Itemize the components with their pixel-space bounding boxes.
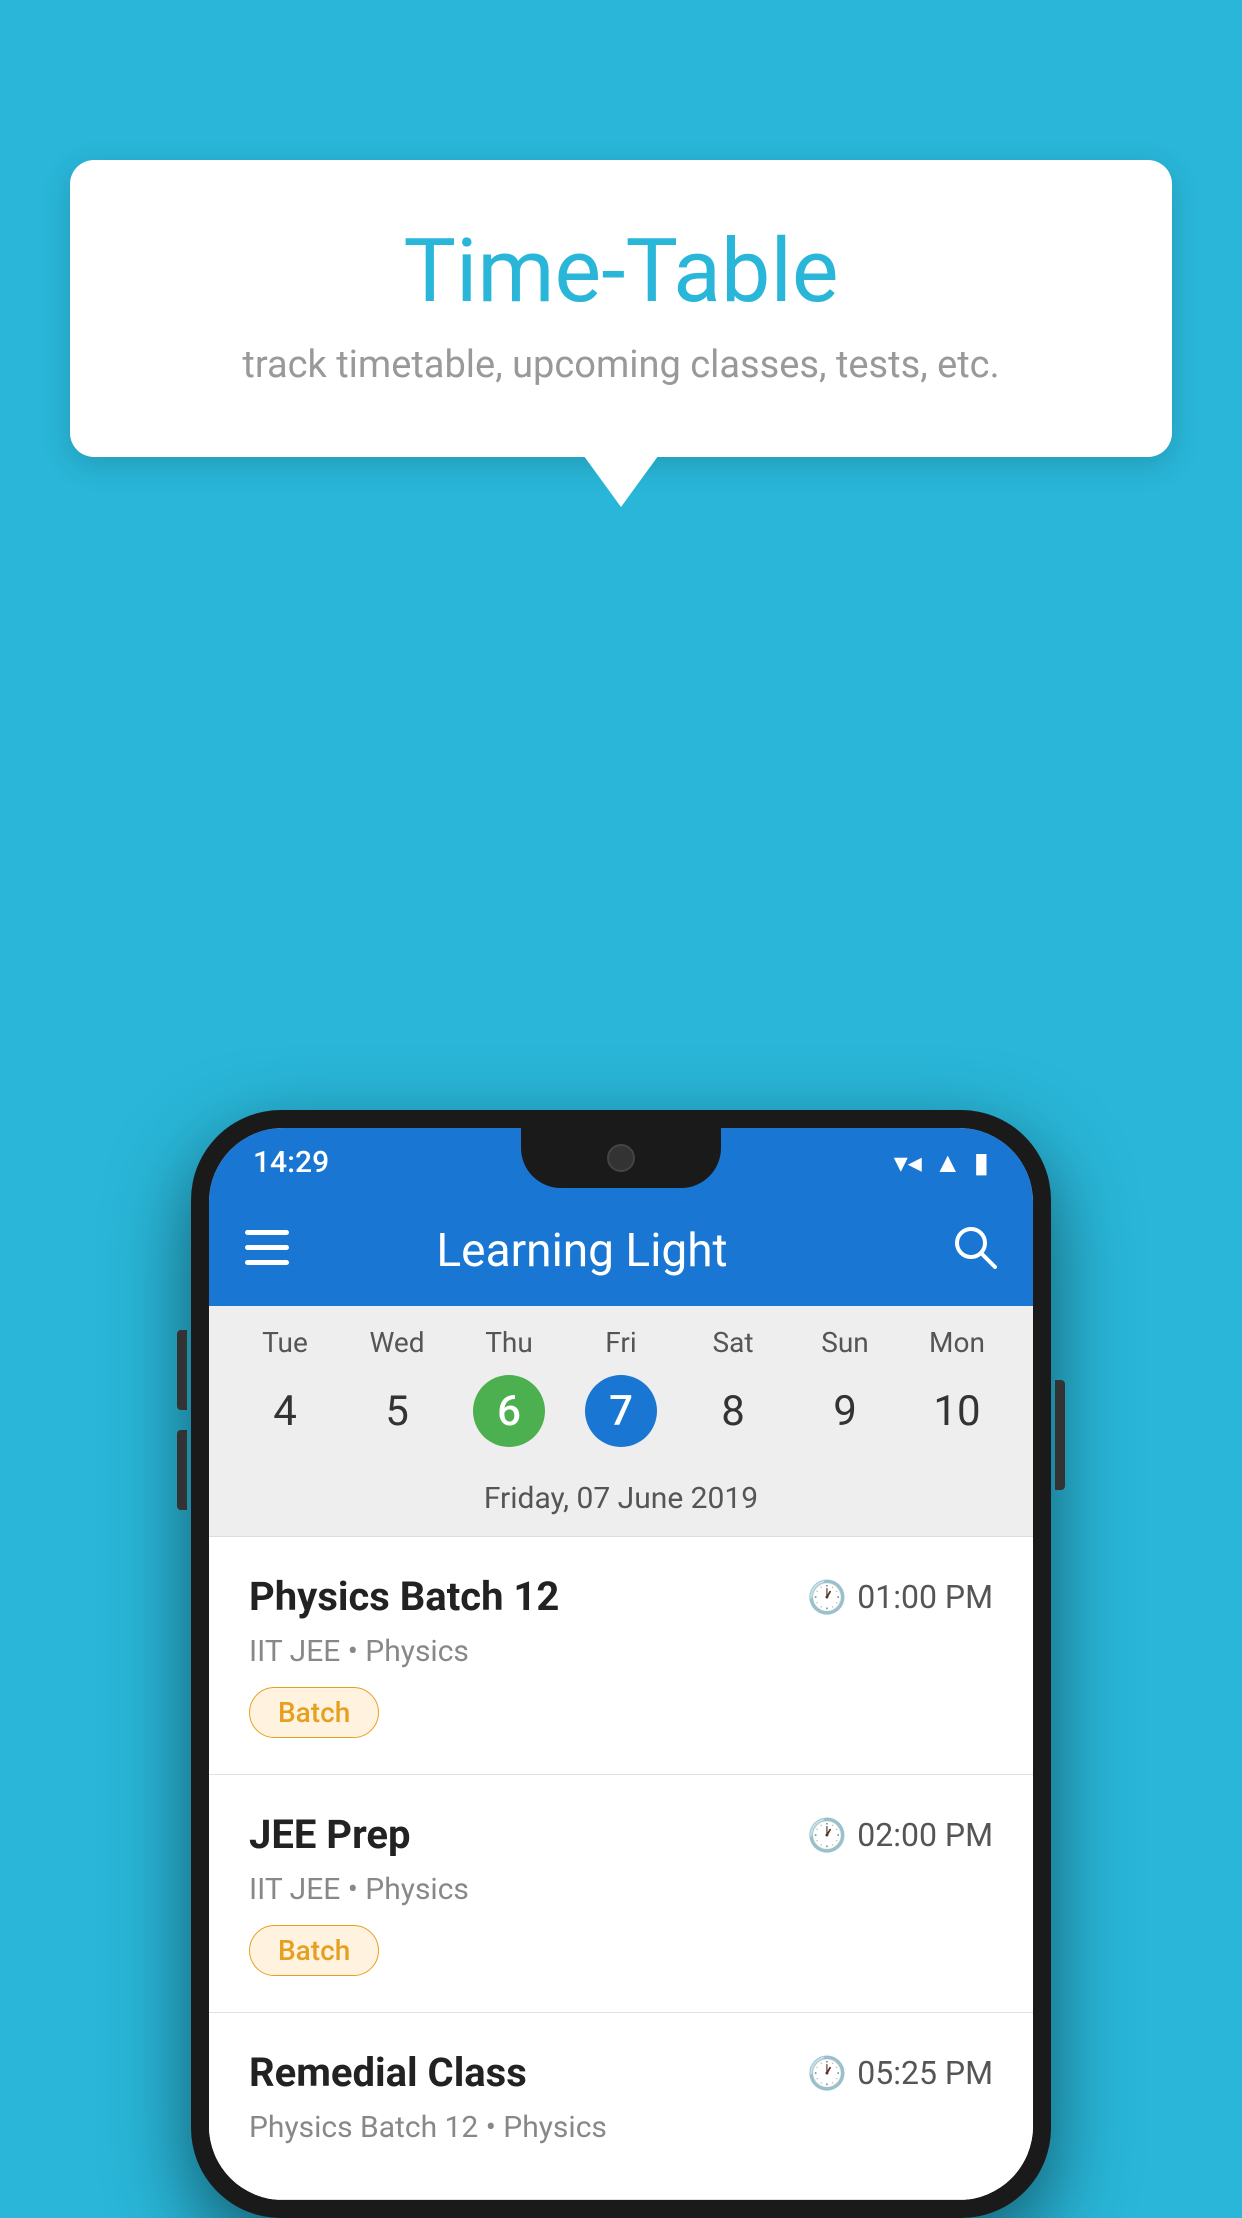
schedule-item[interactable]: Physics Batch 12 🕐01:00 PM IIT JEE • Physi… xyxy=(209,1537,1033,1775)
schedule-item-time: 🕐02:00 PM xyxy=(807,1816,993,1854)
schedule-item-meta: IIT JEE • Physics xyxy=(249,1872,993,1907)
wifi-icon: ▾◂ xyxy=(894,1146,922,1179)
day-number: 10 xyxy=(921,1375,993,1447)
signal-icon: ▲ xyxy=(934,1146,962,1179)
day-column-9[interactable]: Sun 9 xyxy=(795,1326,895,1467)
day-column-10[interactable]: Mon 10 xyxy=(907,1326,1007,1467)
clock-icon: 🕐 xyxy=(807,1578,847,1616)
tooltip-card: Time-Table track timetable, upcoming cla… xyxy=(70,160,1172,457)
battery-icon: ▮ xyxy=(974,1146,989,1179)
day-number: 7 xyxy=(585,1375,657,1447)
volume-up-button xyxy=(177,1330,187,1410)
day-name: Tue xyxy=(262,1326,308,1359)
phone-notch xyxy=(521,1128,721,1188)
app-bar-title: Learning Light xyxy=(245,1224,919,1278)
day-name: Mon xyxy=(929,1326,985,1359)
batch-badge: Batch xyxy=(249,1687,379,1738)
day-name: Thu xyxy=(485,1326,533,1359)
phone-wrapper: 14:29 ▾◂ ▲ ▮ Learning Light xyxy=(191,1110,1051,2218)
clock-icon: 🕐 xyxy=(807,1816,847,1854)
schedule-item[interactable]: JEE Prep 🕐02:00 PM IIT JEE • Physics Batch xyxy=(209,1775,1033,2013)
schedule-item-title: Remedial Class xyxy=(249,2049,527,2096)
day-number: 6 xyxy=(473,1375,545,1447)
day-name: Sat xyxy=(712,1326,753,1359)
calendar-strip: Tue 4 Wed 5 Thu 6 Fri 7 Sat 8 Sun 9 Mon 10 Friday, 07… xyxy=(209,1306,1033,1537)
day-column-4[interactable]: Tue 4 xyxy=(235,1326,335,1467)
day-name: Fri xyxy=(605,1326,636,1359)
phone-screen: 14:29 ▾◂ ▲ ▮ Learning Light xyxy=(209,1128,1033,2200)
camera-icon xyxy=(607,1144,635,1172)
status-icons: ▾◂ ▲ ▮ xyxy=(894,1146,989,1179)
tooltip-title: Time-Table xyxy=(150,220,1092,323)
schedule-item-header: Remedial Class 🕐05:25 PM xyxy=(249,2049,993,2096)
day-number: 5 xyxy=(361,1375,433,1447)
power-button xyxy=(1055,1380,1065,1490)
schedule-item[interactable]: Remedial Class 🕐05:25 PM Physics Batch 12 … xyxy=(209,2013,1033,2200)
day-column-8[interactable]: Sat 8 xyxy=(683,1326,783,1467)
schedule-item-time: 🕐01:00 PM xyxy=(807,1578,993,1616)
schedule-item-time: 🕐05:25 PM xyxy=(807,2054,993,2092)
day-name: Wed xyxy=(369,1326,424,1359)
app-bar: Learning Light xyxy=(209,1196,1033,1306)
batch-badge: Batch xyxy=(249,1925,379,1976)
schedule-item-header: Physics Batch 12 🕐01:00 PM xyxy=(249,1573,993,1620)
schedule-item-header: JEE Prep 🕐02:00 PM xyxy=(249,1811,993,1858)
schedule-item-meta: Physics Batch 12 • Physics xyxy=(249,2110,993,2145)
volume-down-button xyxy=(177,1430,187,1510)
day-number: 4 xyxy=(249,1375,321,1447)
tooltip-subtitle: track timetable, upcoming classes, tests… xyxy=(150,343,1092,387)
day-column-7[interactable]: Fri 7 xyxy=(571,1326,671,1467)
day-column-5[interactable]: Wed 5 xyxy=(347,1326,447,1467)
days-row: Tue 4 Wed 5 Thu 6 Fri 7 Sat 8 Sun 9 Mon 10 xyxy=(209,1326,1033,1467)
day-name: Sun xyxy=(821,1326,869,1359)
day-number: 8 xyxy=(697,1375,769,1447)
day-column-6[interactable]: Thu 6 xyxy=(459,1326,559,1467)
schedule-list: Physics Batch 12 🕐01:00 PM IIT JEE • Physi… xyxy=(209,1537,1033,2200)
phone-outer: 14:29 ▾◂ ▲ ▮ Learning Light xyxy=(191,1110,1051,2218)
search-icon[interactable] xyxy=(951,1223,997,1280)
day-number: 9 xyxy=(809,1375,881,1447)
schedule-item-meta: IIT JEE • Physics xyxy=(249,1634,993,1669)
status-time: 14:29 xyxy=(253,1145,329,1180)
selected-date-label: Friday, 07 June 2019 xyxy=(209,1467,1033,1537)
schedule-item-title: JEE Prep xyxy=(249,1811,410,1858)
schedule-item-title: Physics Batch 12 xyxy=(249,1573,559,1620)
clock-icon: 🕐 xyxy=(807,2054,847,2092)
